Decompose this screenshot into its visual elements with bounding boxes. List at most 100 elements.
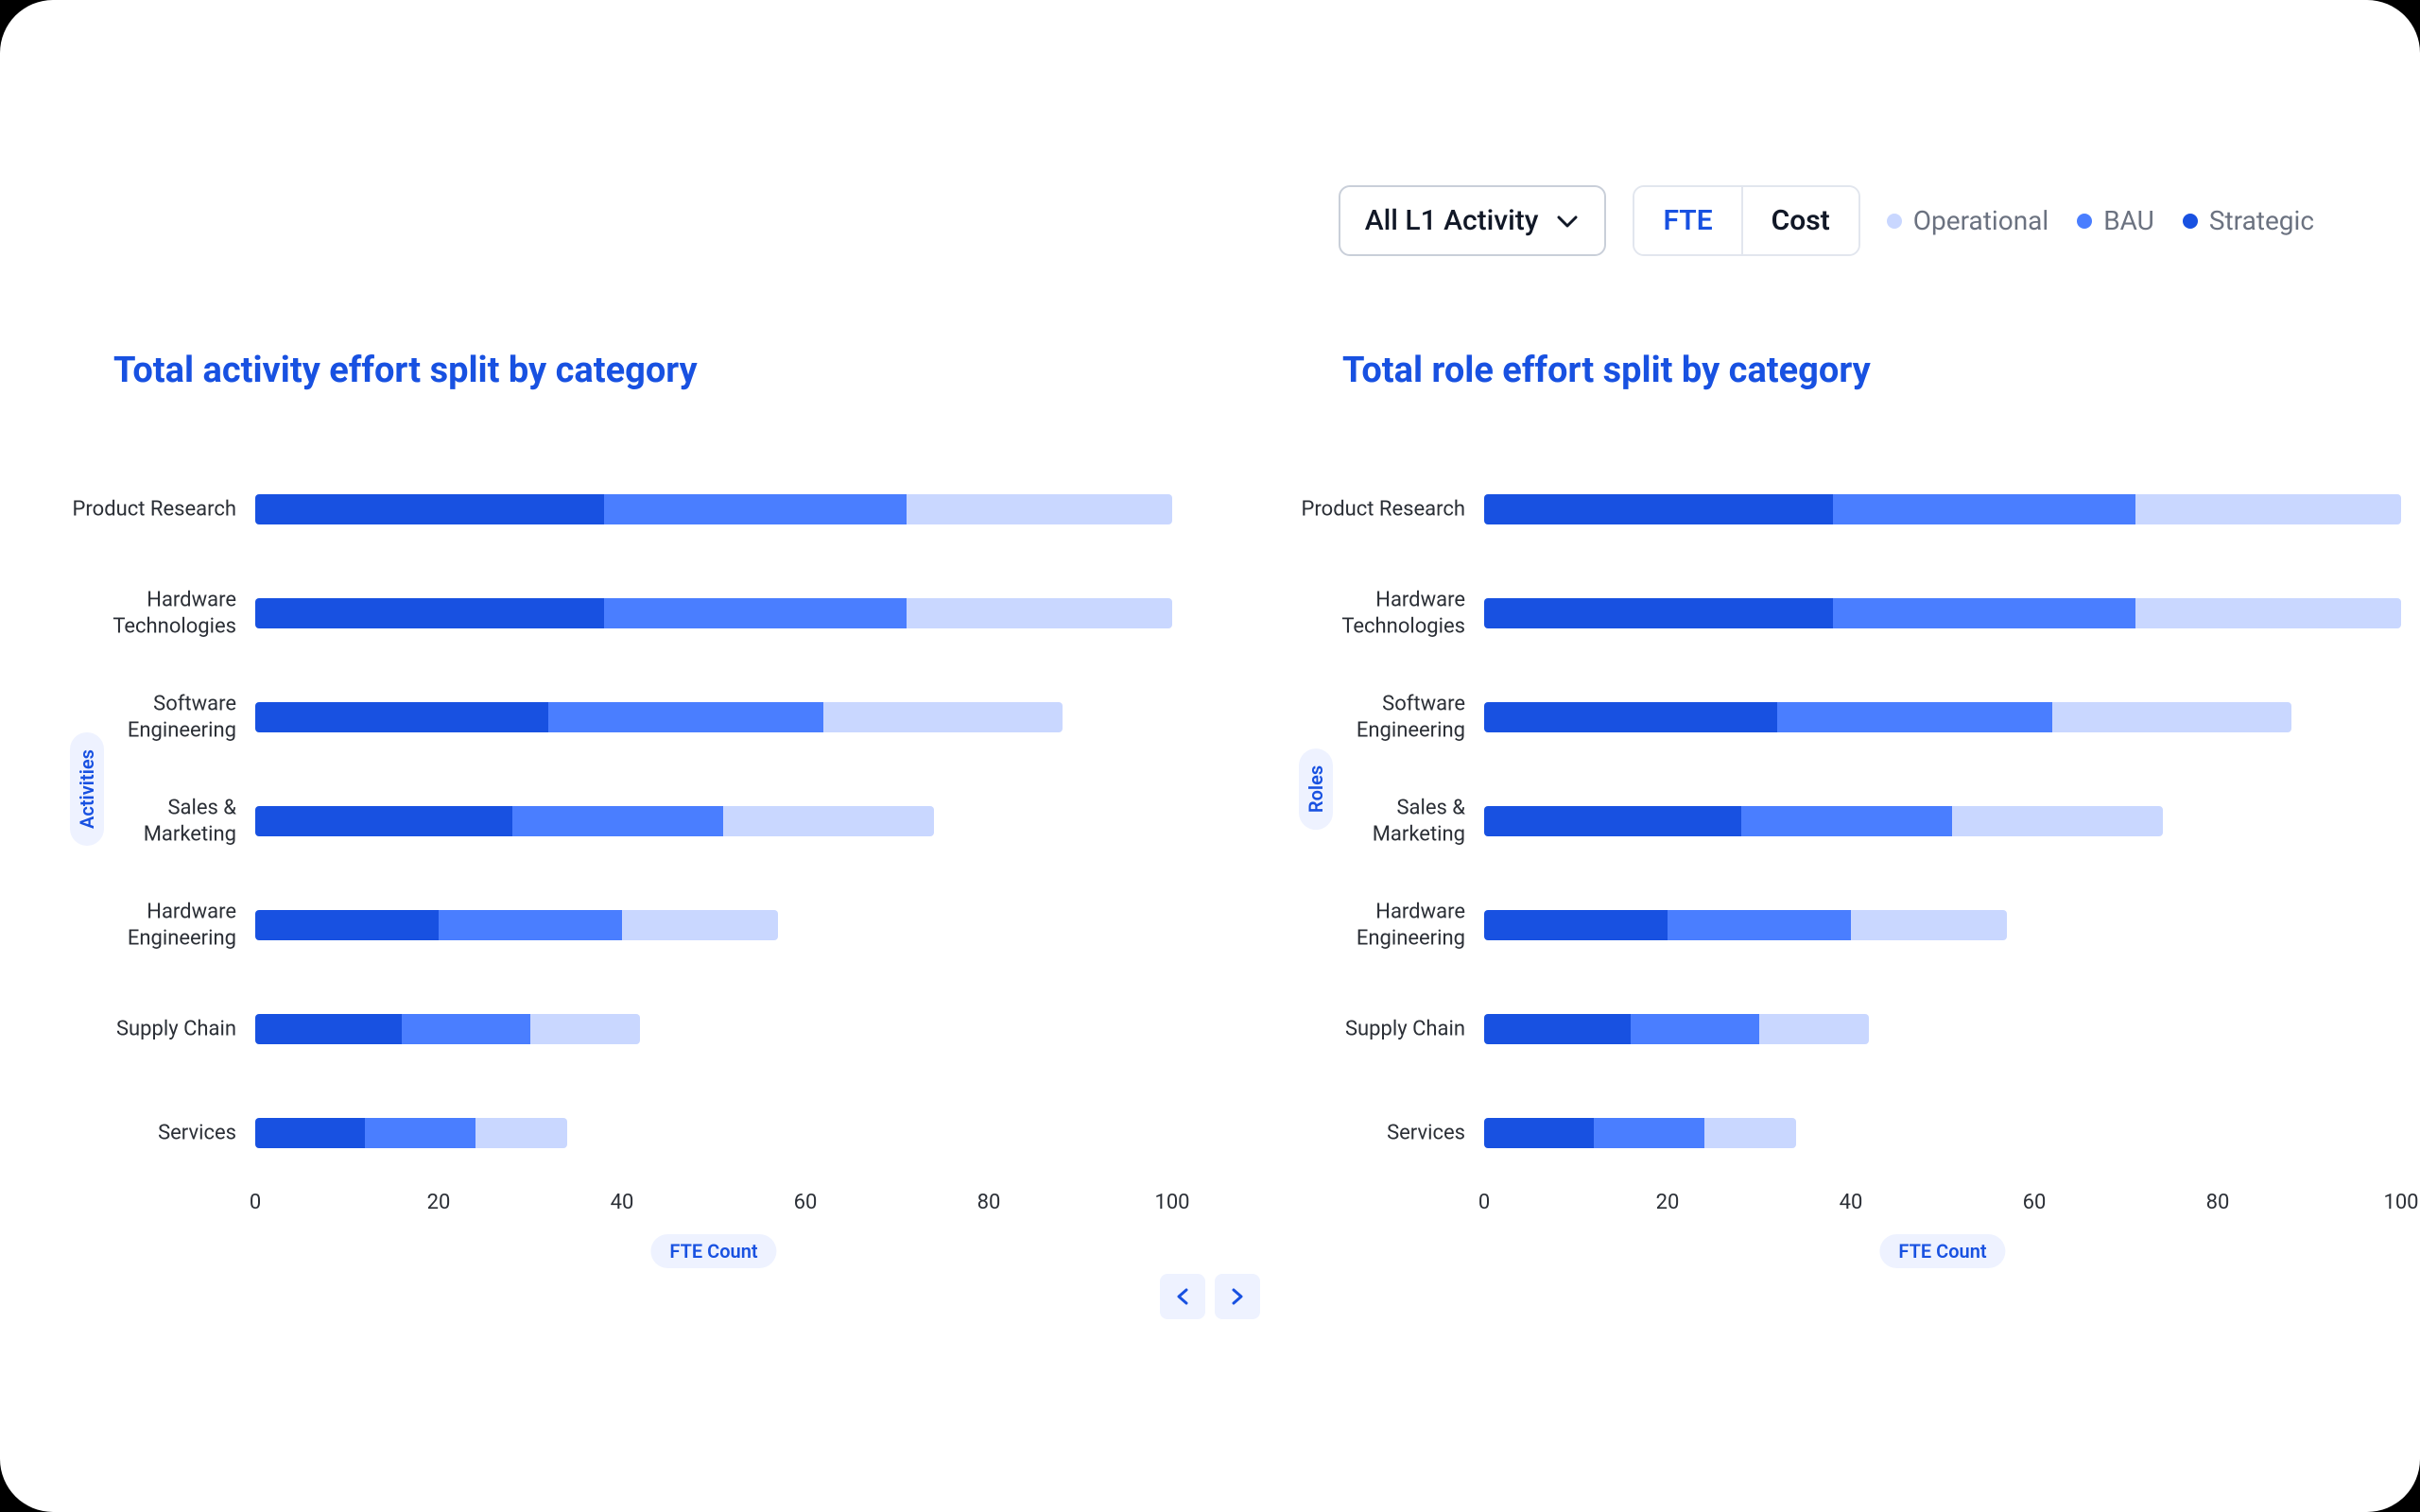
- category-label: Hardware Engineering: [1286, 900, 1465, 952]
- controls-row: All L1 Activity FTE Cost Operational BAU…: [1339, 185, 2314, 256]
- stacked-bar: [255, 702, 1063, 732]
- xaxis-ticks: 020406080100FTE Count: [255, 1191, 1172, 1228]
- bar-row: Software Engineering: [255, 665, 1172, 769]
- bar-segment-operational: [907, 598, 1172, 628]
- activity-filter-select[interactable]: All L1 Activity: [1339, 185, 1607, 256]
- xaxis-tick: 60: [794, 1191, 818, 1214]
- chevron-left-icon: [1172, 1286, 1193, 1307]
- segment-cost[interactable]: Cost: [1741, 187, 1858, 254]
- legend-label-operational: Operational: [1913, 205, 2048, 236]
- activity-filter-label: All L1 Activity: [1365, 204, 1539, 237]
- bar-segment-operational: [1759, 1014, 1869, 1044]
- page-prev-button[interactable]: [1160, 1274, 1205, 1319]
- page-next-button[interactable]: [1215, 1274, 1260, 1319]
- xaxis-tick: 40: [611, 1191, 634, 1214]
- xaxis-tick: 100: [2383, 1191, 2418, 1214]
- chart-title-roles: Total role effort split by category: [1342, 350, 2401, 391]
- category-label: Sales & Marketing: [1286, 796, 1465, 848]
- bar-segment-bau: [604, 494, 907, 524]
- category-label: Software Engineering: [1286, 692, 1465, 744]
- bar-row: Hardware Technologies: [1484, 561, 2401, 665]
- category-label: Product Research: [1286, 496, 1465, 523]
- plot-activities: Product ResearchHardware TechnologiesSof…: [255, 457, 1172, 1228]
- legend-operational: Operational: [1887, 205, 2048, 236]
- category-label: Supply Chain: [57, 1016, 236, 1042]
- xaxis-tick: 20: [427, 1191, 451, 1214]
- bar-row: Supply Chain: [255, 977, 1172, 1081]
- bar-row: Services: [1484, 1081, 2401, 1185]
- bar-segment-operational: [622, 910, 778, 940]
- bar-segment-bau: [1668, 910, 1851, 940]
- stacked-bar: [255, 806, 934, 836]
- category-label: Hardware Technologies: [57, 588, 236, 640]
- bar-segment-bau: [548, 702, 823, 732]
- category-label: Services: [57, 1120, 236, 1146]
- bar-segment-bau: [1594, 1118, 1703, 1148]
- chevron-down-icon: [1555, 209, 1580, 233]
- bar-segment-strategic: [1484, 702, 1777, 732]
- legend-label-strategic: Strategic: [2209, 205, 2314, 236]
- stacked-bar: [255, 494, 1172, 524]
- bar-segment-operational: [475, 1118, 567, 1148]
- bar-segment-bau: [402, 1014, 530, 1044]
- bar-segment-strategic: [255, 494, 604, 524]
- bar-segment-bau: [1833, 598, 2135, 628]
- xaxis-tick: 0: [250, 1191, 261, 1214]
- bar-segment-operational: [1851, 910, 2007, 940]
- legend-label-bau: BAU: [2103, 205, 2154, 236]
- xaxis-tick: 60: [2023, 1191, 2047, 1214]
- xaxis-tick: 80: [977, 1191, 1001, 1214]
- stacked-bar: [1484, 806, 2163, 836]
- bar-segment-bau: [439, 910, 622, 940]
- segment-fte[interactable]: FTE: [1634, 187, 1740, 254]
- stacked-bar: [1484, 598, 2401, 628]
- xaxis-ticks: 020406080100FTE Count: [1484, 1191, 2401, 1228]
- xaxis-badge: FTE Count: [650, 1234, 776, 1268]
- stacked-bar: [255, 598, 1172, 628]
- stacked-bar: [1484, 494, 2401, 524]
- stacked-bar: [1484, 1014, 1869, 1044]
- bar-row: Software Engineering: [1484, 665, 2401, 769]
- category-label: Sales & Marketing: [57, 796, 236, 848]
- bar-row: Hardware Engineering: [1484, 873, 2401, 977]
- category-label: Services: [1286, 1120, 1465, 1146]
- bar-row: Hardware Engineering: [255, 873, 1172, 977]
- bar-segment-strategic: [1484, 806, 1741, 836]
- bar-segment-operational: [823, 702, 1062, 732]
- bar-segment-strategic: [1484, 1014, 1631, 1044]
- xaxis-tick: 80: [2206, 1191, 2230, 1214]
- stacked-bar: [255, 1118, 567, 1148]
- bar-segment-strategic: [255, 1014, 402, 1044]
- chevron-right-icon: [1227, 1286, 1248, 1307]
- plot-roles: Product ResearchHardware TechnologiesSof…: [1484, 457, 2401, 1228]
- chart-roles: Total role effort split by category Role…: [1229, 350, 2420, 1228]
- bar-segment-operational: [530, 1014, 640, 1044]
- bar-row: Product Research: [255, 457, 1172, 561]
- category-label: Hardware Technologies: [1286, 588, 1465, 640]
- bar-row: Sales & Marketing: [1484, 769, 2401, 873]
- legend-dot-bau: [2077, 214, 2092, 229]
- charts-row: Total activity effort split by category …: [0, 350, 2420, 1228]
- stacked-bar: [1484, 1118, 1796, 1148]
- bar-segment-bau: [1833, 494, 2135, 524]
- bar-row: Supply Chain: [1484, 977, 2401, 1081]
- bar-segment-operational: [907, 494, 1172, 524]
- legend: Operational BAU Strategic: [1887, 205, 2314, 236]
- legend-dot-strategic: [2183, 214, 2198, 229]
- bar-segment-operational: [723, 806, 934, 836]
- bar-segment-operational: [2135, 598, 2401, 628]
- bar-segment-bau: [1631, 1014, 1759, 1044]
- bar-segment-strategic: [1484, 910, 1668, 940]
- stacked-bar: [255, 910, 778, 940]
- bar-segment-bau: [1741, 806, 1952, 836]
- bar-segment-strategic: [255, 702, 548, 732]
- stacked-bar: [1484, 910, 2007, 940]
- bar-row: Sales & Marketing: [255, 769, 1172, 873]
- bar-segment-operational: [1952, 806, 2163, 836]
- bar-segment-strategic: [255, 910, 439, 940]
- category-label: Supply Chain: [1286, 1016, 1465, 1042]
- xaxis-tick: 100: [1154, 1191, 1189, 1214]
- legend-strategic: Strategic: [2183, 205, 2314, 236]
- bar-segment-strategic: [1484, 494, 1833, 524]
- bar-segment-strategic: [255, 1118, 365, 1148]
